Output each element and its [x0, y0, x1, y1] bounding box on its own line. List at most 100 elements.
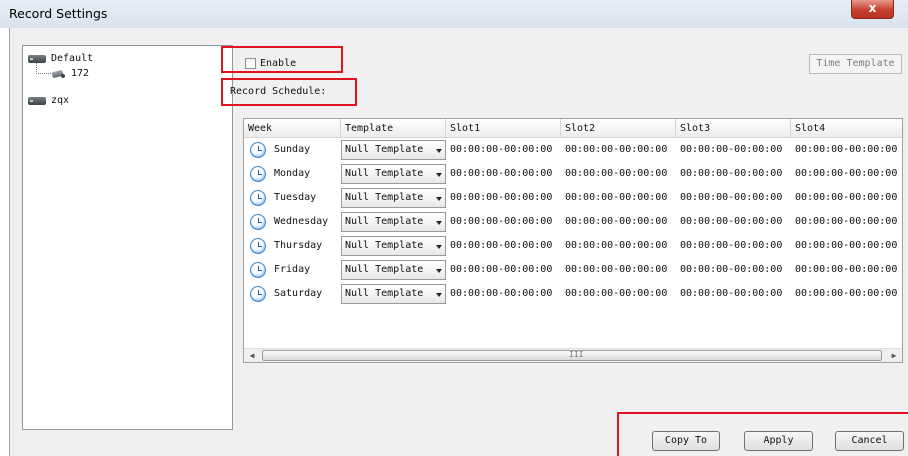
scrollbar-thumb[interactable]: III — [262, 350, 882, 361]
window-title: Record Settings — [9, 6, 108, 21]
clock-icon — [250, 142, 266, 158]
scroll-left-icon[interactable]: ◀ — [244, 349, 260, 362]
dvr-icon — [28, 96, 46, 105]
dropdown-arrow-icon — [436, 173, 442, 177]
table-row[interactable]: Monday Null Template 00:00:00-00:00:00 0… — [244, 162, 902, 186]
template-value: Null Template — [345, 264, 424, 275]
close-icon: x — [868, 1, 877, 15]
slot4-cell[interactable]: 00:00:00-00:00:00 — [795, 162, 897, 186]
cancel-button[interactable]: Cancel — [835, 431, 904, 451]
column-header-slot3: Slot3 — [676, 119, 791, 138]
template-select[interactable]: Null Template — [341, 260, 446, 280]
dropdown-arrow-icon — [436, 293, 442, 297]
scrollbar-grip: III — [569, 350, 584, 359]
slot4-cell[interactable]: 00:00:00-00:00:00 — [795, 258, 897, 282]
slot1-cell[interactable]: 00:00:00-00:00:00 — [450, 162, 552, 186]
column-header-week: Week — [244, 119, 341, 138]
slot3-cell[interactable]: 00:00:00-00:00:00 — [680, 258, 782, 282]
dvr-icon — [28, 54, 46, 63]
dropdown-arrow-icon — [436, 245, 442, 249]
device-tree[interactable]: Default 172 zqx — [22, 45, 233, 430]
slot3-cell[interactable]: 00:00:00-00:00:00 — [680, 162, 782, 186]
schedule-table[interactable]: Week Template Slot1 Slot2 Slot3 Slot4 Su… — [243, 118, 903, 363]
table-row[interactable]: Thursday Null Template 00:00:00-00:00:00… — [244, 234, 902, 258]
slot1-cell[interactable]: 00:00:00-00:00:00 — [450, 234, 552, 258]
horizontal-scrollbar[interactable]: ◀ III ▶ — [244, 348, 902, 362]
slot2-cell[interactable]: 00:00:00-00:00:00 — [565, 258, 667, 282]
day-label: Wednesday — [274, 216, 329, 227]
table-row[interactable]: Friday Null Template 00:00:00-00:00:00 0… — [244, 258, 902, 282]
tree-node-label: 172 — [71, 68, 90, 79]
day-label: Saturday — [274, 288, 323, 299]
highlight-box-schedule — [221, 78, 357, 106]
slot1-cell[interactable]: 00:00:00-00:00:00 — [450, 258, 552, 282]
highlight-box-enable — [221, 46, 343, 73]
camera-icon — [52, 69, 66, 79]
scroll-right-icon[interactable]: ▶ — [886, 349, 902, 362]
slot4-cell[interactable]: 00:00:00-00:00:00 — [795, 210, 897, 234]
slot2-cell[interactable]: 00:00:00-00:00:00 — [565, 234, 667, 258]
slot3-cell[interactable]: 00:00:00-00:00:00 — [680, 234, 782, 258]
template-select[interactable]: Null Template — [341, 284, 446, 304]
template-value: Null Template — [345, 168, 424, 179]
slot1-cell[interactable]: 00:00:00-00:00:00 — [450, 282, 552, 306]
slot2-cell[interactable]: 00:00:00-00:00:00 — [565, 282, 667, 306]
day-label: Friday — [274, 264, 311, 275]
slot4-cell[interactable]: 00:00:00-00:00:00 — [795, 282, 897, 306]
template-select[interactable]: Null Template — [341, 236, 446, 256]
time-template-button[interactable]: Time Template — [809, 54, 902, 74]
table-row[interactable]: Saturday Null Template 00:00:00-00:00:00… — [244, 282, 902, 306]
tree-node-172[interactable]: 172 — [52, 68, 89, 79]
template-select[interactable]: Null Template — [341, 140, 446, 160]
slot4-cell[interactable]: 00:00:00-00:00:00 — [795, 186, 897, 210]
slot3-cell[interactable]: 00:00:00-00:00:00 — [680, 210, 782, 234]
column-header-slot1: Slot1 — [446, 119, 561, 138]
clock-icon — [250, 286, 266, 302]
slot1-cell[interactable]: 00:00:00-00:00:00 — [450, 210, 552, 234]
dropdown-arrow-icon — [436, 149, 442, 153]
day-label: Tuesday — [274, 192, 317, 203]
copy-to-button[interactable]: Copy To — [652, 431, 720, 451]
slot1-cell[interactable]: 00:00:00-00:00:00 — [450, 186, 552, 210]
day-label: Thursday — [274, 240, 323, 251]
template-value: Null Template — [345, 240, 424, 251]
table-header: Week Template Slot1 Slot2 Slot3 Slot4 — [244, 119, 902, 138]
slot3-cell[interactable]: 00:00:00-00:00:00 — [680, 138, 782, 162]
slot4-cell[interactable]: 00:00:00-00:00:00 — [795, 138, 897, 162]
close-button[interactable]: x — [851, 0, 894, 19]
template-value: Null Template — [345, 216, 424, 227]
clock-icon — [250, 166, 266, 182]
clock-icon — [250, 262, 266, 278]
slot2-cell[interactable]: 00:00:00-00:00:00 — [565, 186, 667, 210]
title-bar: Record Settings x — [0, 0, 908, 28]
tree-node-label: zqx — [51, 95, 70, 106]
tree-node-zqx[interactable]: zqx — [28, 95, 69, 106]
template-select[interactable]: Null Template — [341, 164, 446, 184]
slot2-cell[interactable]: 00:00:00-00:00:00 — [565, 138, 667, 162]
table-row[interactable]: Wednesday Null Template 00:00:00-00:00:0… — [244, 210, 902, 234]
slot4-cell[interactable]: 00:00:00-00:00:00 — [795, 234, 897, 258]
template-select[interactable]: Null Template — [341, 188, 446, 208]
tree-node-label: Default — [51, 53, 94, 64]
slot3-cell[interactable]: 00:00:00-00:00:00 — [680, 282, 782, 306]
clock-icon — [250, 238, 266, 254]
apply-button[interactable]: Apply — [744, 431, 813, 451]
day-label: Monday — [274, 168, 311, 179]
template-value: Null Template — [345, 144, 424, 155]
slot2-cell[interactable]: 00:00:00-00:00:00 — [565, 210, 667, 234]
template-select[interactable]: Null Template — [341, 212, 446, 232]
clock-icon — [250, 214, 266, 230]
table-row[interactable]: Sunday Null Template 00:00:00-00:00:00 0… — [244, 138, 902, 162]
slot1-cell[interactable]: 00:00:00-00:00:00 — [450, 138, 552, 162]
dropdown-arrow-icon — [436, 269, 442, 273]
column-header-template: Template — [341, 119, 446, 138]
column-header-slot4: Slot4 — [795, 123, 826, 134]
clock-icon — [250, 190, 266, 206]
table-row[interactable]: Tuesday Null Template 00:00:00-00:00:00 … — [244, 186, 902, 210]
day-label: Sunday — [274, 144, 311, 155]
slot3-cell[interactable]: 00:00:00-00:00:00 — [680, 186, 782, 210]
tree-connector — [36, 63, 51, 74]
slot2-cell[interactable]: 00:00:00-00:00:00 — [565, 162, 667, 186]
dropdown-arrow-icon — [436, 197, 442, 201]
dropdown-arrow-icon — [436, 221, 442, 225]
